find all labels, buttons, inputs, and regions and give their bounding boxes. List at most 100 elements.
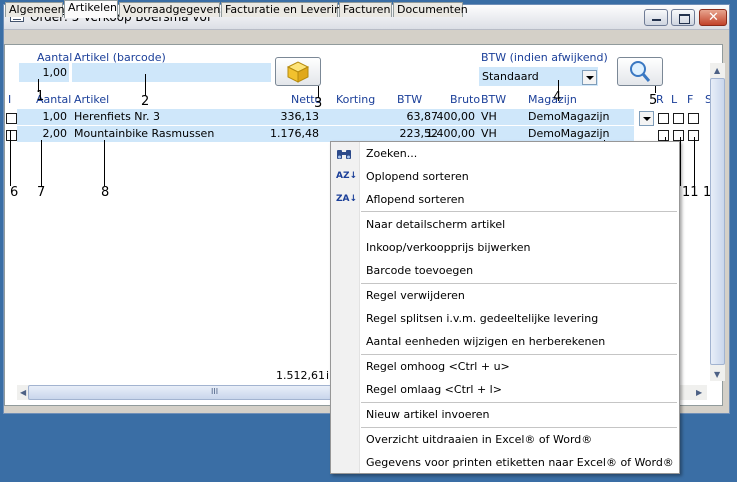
menu-item-barcode-toevoegen[interactable]: Barcode toevoegen [366, 264, 473, 277]
menu-item-etiketten-excel[interactable]: Gegevens voor printen etiketten naar Exc… [366, 456, 674, 469]
btw-dropdown-button[interactable] [582, 70, 597, 85]
table-row[interactable]: 1,00 Herenfiets Nr. 3 336,13 63,87 400,0… [17, 109, 634, 125]
col-header-btw-code[interactable]: BTW [481, 93, 506, 106]
sort-descending-icon: ZA↓ [336, 194, 358, 204]
minimize-button[interactable] [644, 9, 668, 26]
menu-item-zoeken[interactable]: Zoeken... [366, 147, 417, 160]
tab-voorraadgegevens[interactable]: Voorraadgegevens [119, 2, 226, 17]
callout-number: 8 [101, 185, 110, 200]
row-select-checkbox[interactable] [6, 113, 17, 124]
menu-item-regel-verwijderen[interactable]: Regel verwijderen [366, 289, 465, 302]
menu-separator [361, 402, 677, 403]
callout-line [680, 137, 681, 186]
close-icon: ✕ [708, 10, 719, 25]
menu-item-regel-splitsen[interactable]: Regel splitsen i.v.m. gedeeltelijke leve… [366, 312, 598, 325]
col-header-artikel[interactable]: Artikel [74, 93, 109, 106]
maximize-button[interactable] [671, 9, 695, 26]
col-header-f[interactable]: F [687, 93, 693, 106]
cell-magazijn: DemoMagazijn [528, 127, 610, 140]
search-button[interactable] [617, 57, 663, 86]
vertical-scroll-thumb[interactable] [710, 78, 725, 365]
callout-number: 3 [314, 96, 323, 111]
qty-input[interactable]: 1,00 [19, 63, 69, 82]
cell-artikel: Mountainbike Rasmussen [74, 127, 215, 140]
callout-line [655, 86, 656, 93]
menu-icon-gutter [331, 142, 360, 473]
close-button[interactable]: ✕ [699, 9, 727, 26]
tab-algemeen[interactable]: Algemeen [5, 2, 65, 17]
cell-aantal: 2,00 [42, 127, 68, 140]
callout-number: 2 [141, 94, 150, 109]
scroll-down-icon[interactable]: ▼ [714, 370, 720, 379]
btw-select-value: Standaard [482, 70, 539, 83]
col-header-l[interactable]: L [671, 93, 677, 106]
col-header-bruto[interactable]: Bruto [450, 93, 480, 106]
callout-line [41, 140, 42, 186]
f-checkbox[interactable] [688, 113, 699, 124]
tab-artikelen[interactable]: Artikelen [64, 0, 118, 18]
total-trailing: i [326, 369, 330, 382]
cell-btw-code: VH [481, 110, 497, 123]
menu-item-regel-omhoog[interactable]: Regel omhoog <Ctrl + u> [366, 360, 510, 373]
callout-number: 4 [553, 90, 562, 105]
minimize-icon [652, 19, 661, 21]
package-icon [286, 61, 310, 83]
col-header-korting[interactable]: Korting [336, 93, 375, 106]
barcode-input[interactable] [72, 63, 271, 82]
cell-btw-code: VH [481, 127, 497, 140]
table-row[interactable]: 2,00 Mountainbike Rasmussen 1.176,48 223… [17, 126, 634, 142]
l-checkbox[interactable] [673, 113, 684, 124]
scroll-left-icon[interactable]: ◀ [20, 388, 26, 397]
cell-bruto: 400,00 [436, 110, 476, 123]
col-header-i: I [8, 93, 12, 106]
tab-facturatie-levering[interactable]: Facturatie en Levering [221, 2, 348, 17]
menu-item-overzicht-excel[interactable]: Overzicht uitdraaien in Excel® of Word® [366, 433, 592, 446]
callout-line [145, 74, 146, 96]
callout-number: 6 [10, 185, 19, 200]
maximize-icon [679, 14, 690, 24]
callout-line [10, 130, 11, 186]
l-checkbox[interactable] [673, 130, 684, 141]
col-header-btw[interactable]: BTW [397, 93, 422, 106]
callout-number: 11 [682, 185, 699, 200]
scroll-grip-icon: III [211, 387, 219, 396]
callout-number: 5 [649, 93, 658, 108]
menu-item-oplopend-sorteren[interactable]: Oplopend sorteren [366, 170, 469, 183]
row-select-checkbox[interactable] [6, 130, 17, 141]
cell-magazijn: DemoMagazijn [528, 110, 610, 123]
cell-aantal: 1,00 [42, 110, 68, 123]
context-menu: AZ↓ ZA↓ Zoeken... Oplopend sorteren Aflo… [330, 141, 680, 474]
cell-artikel: Herenfiets Nr. 3 [74, 110, 161, 123]
callout-line [104, 140, 105, 186]
menu-separator [361, 427, 677, 428]
scroll-right-icon[interactable]: ▶ [696, 388, 702, 397]
sort-ascending-icon: AZ↓ [336, 171, 358, 181]
scroll-up-icon[interactable]: ▲ [714, 66, 720, 75]
menu-item-prijs-bijwerken[interactable]: Inkoop/verkoopprijs bijwerken [366, 241, 531, 254]
menu-item-regel-omlaag[interactable]: Regel omlaag <Ctrl + l> [366, 383, 502, 396]
menu-separator [361, 354, 677, 355]
callout-line [694, 137, 695, 186]
magazijn-dropdown-button[interactable] [639, 111, 654, 126]
magnifier-icon [630, 61, 651, 82]
menu-item-aantal-wijzigen[interactable]: Aantal eenheden wijzigen en herberekenen [366, 335, 605, 348]
btw-select[interactable]: Standaard [479, 67, 598, 86]
menu-item-nieuw-artikel[interactable]: Nieuw artikel invoeren [366, 408, 490, 421]
binoculars-icon [337, 150, 351, 159]
menu-separator [361, 283, 677, 284]
add-article-button[interactable] [275, 57, 321, 86]
cell-netto: 336,13 [280, 110, 320, 123]
tab-facturen[interactable]: Facturen [339, 2, 392, 17]
callout-number: 1 [36, 89, 45, 104]
menu-separator [361, 211, 677, 212]
total-netto: 1.512,61 [276, 369, 325, 382]
menu-item-detailscherm[interactable]: Naar detailscherm artikel [366, 218, 505, 231]
callout-number: 7 [37, 185, 46, 200]
r-checkbox[interactable] [658, 130, 669, 141]
cell-bruto: 1.400,00 [426, 127, 475, 140]
r-checkbox[interactable] [658, 113, 669, 124]
menu-item-aflopend-sorteren[interactable]: Aflopend sorteren [366, 193, 464, 206]
btw-label: BTW (indien afwijkend) [481, 51, 608, 64]
cell-netto: 1.176,48 [270, 127, 319, 140]
tab-documenten[interactable]: Documenten [393, 2, 468, 17]
